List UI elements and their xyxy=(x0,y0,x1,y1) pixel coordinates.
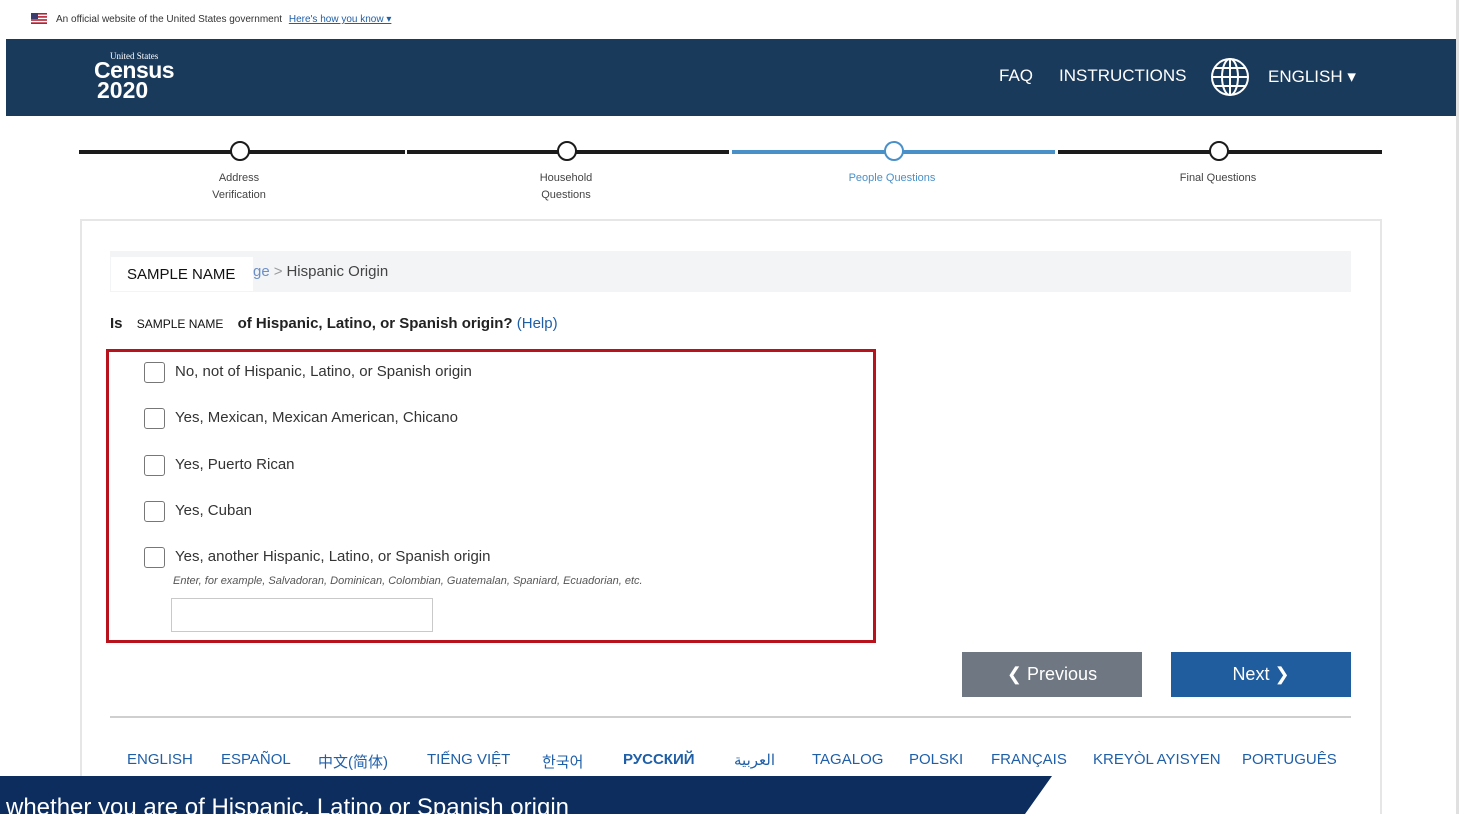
breadcrumb-separator: > xyxy=(273,263,283,280)
option-label: Yes, another Hispanic, Latino, or Spanis… xyxy=(175,548,491,565)
progress-label-final-line1: Final Questions xyxy=(1179,172,1257,184)
lang-espanol[interactable]: ESPAÑOL xyxy=(221,751,291,768)
progress-label-address-line2: Verification xyxy=(212,189,266,201)
progress-label-people-line1: People Questions xyxy=(848,172,936,184)
site-header: United States Census 2020 FAQ INSTRUCTIO… xyxy=(6,39,1457,116)
gov-banner-text: An official website of the United States… xyxy=(56,14,391,25)
progress-node-address xyxy=(230,141,250,161)
video-caption: whether you are of Hispanic, Latino or S… xyxy=(0,776,1052,814)
option-label: Yes, Cuban xyxy=(175,502,253,519)
language-dropdown[interactable]: ENGLISH ▾ xyxy=(1268,67,1356,87)
lang-kreyol[interactable]: KREYÒL AYISYEN xyxy=(1093,751,1221,768)
us-flag-icon xyxy=(31,13,47,24)
breadcrumb-trail: ge > Hispanic Origin xyxy=(253,263,388,280)
globe-icon[interactable] xyxy=(1209,56,1251,98)
progress-node-household xyxy=(557,141,577,161)
checkbox[interactable] xyxy=(144,408,165,429)
lang-korean[interactable]: 한국어 xyxy=(542,751,583,772)
next-button[interactable]: Next ❯ xyxy=(1171,652,1351,697)
progress-node-people xyxy=(884,141,904,161)
checkbox[interactable] xyxy=(144,362,165,383)
checkbox[interactable] xyxy=(144,501,165,522)
lang-polski[interactable]: POLSKI xyxy=(909,751,963,768)
census-logo[interactable]: United States Census 2020 xyxy=(94,51,184,103)
gov-banner-label: An official website of the United States… xyxy=(56,14,283,25)
progress-label-address-line1: Address xyxy=(218,172,260,184)
progress-label-people: People Questions xyxy=(812,170,972,187)
progress-label-final: Final Questions xyxy=(1138,170,1298,187)
previous-label: Previous xyxy=(1027,664,1098,684)
checkbox[interactable] xyxy=(144,547,165,568)
progress-label-household-line2: Questions xyxy=(541,189,591,201)
heres-how-you-know-link[interactable]: Here's how you know ▾ xyxy=(289,14,392,25)
instructions-link[interactable]: INSTRUCTIONS xyxy=(1059,66,1187,86)
lang-tagalog[interactable]: TAGALOG xyxy=(812,751,883,768)
lang-russian[interactable]: РУССКИЙ xyxy=(623,751,695,768)
chevron-left-icon: ❮ xyxy=(1006,664,1023,684)
progress-label-address: Address Verification xyxy=(159,170,319,204)
checkbox[interactable] xyxy=(144,455,165,476)
option-label: Yes, Puerto Rican xyxy=(175,456,295,473)
lang-chinese[interactable]: 中文(简体) xyxy=(318,751,388,772)
breadcrumb-current: Hispanic Origin xyxy=(286,263,389,280)
option-label: Yes, Mexican, Mexican American, Chicano xyxy=(175,409,458,426)
faq-link[interactable]: FAQ xyxy=(999,66,1033,86)
gov-banner: An official website of the United States… xyxy=(0,0,1459,39)
previous-button[interactable]: ❮ Previous xyxy=(962,652,1142,697)
question-body: of Hispanic, Latino, or Spanish origin? xyxy=(237,315,513,332)
breadcrumb-person-name[interactable]: SAMPLE NAME xyxy=(111,257,253,291)
next-label: Next xyxy=(1232,664,1270,684)
breadcrumb-partial-link[interactable]: ge xyxy=(253,263,270,280)
lang-arabic[interactable]: العربية xyxy=(734,751,775,769)
other-origin-input[interactable] xyxy=(171,598,433,632)
question-person-name: SAMPLE NAME xyxy=(126,317,234,331)
progress-label-household: Household Questions xyxy=(486,170,646,204)
lang-vietnamese[interactable]: TIẾNG VIỆT xyxy=(427,751,510,768)
logo-year: 2020 xyxy=(97,77,149,103)
lang-francais[interactable]: FRANÇAIS xyxy=(991,751,1067,768)
question-text: Is SAMPLE NAME of Hispanic, Latino, or S… xyxy=(110,315,558,332)
footer-divider xyxy=(110,716,1351,718)
chevron-right-icon: ❯ xyxy=(1274,664,1290,684)
progress-label-household-line1: Household xyxy=(539,172,593,184)
lang-portugues[interactable]: PORTUGUÊS xyxy=(1242,751,1337,768)
other-origin-hint: Enter, for example, Salvadoran, Dominica… xyxy=(173,575,643,587)
help-link[interactable]: (Help) xyxy=(517,315,558,332)
lang-english[interactable]: ENGLISH xyxy=(127,751,193,768)
progress-node-final xyxy=(1209,141,1229,161)
option-label: No, not of Hispanic, Latino, or Spanish … xyxy=(175,363,472,380)
question-prefix: Is xyxy=(110,315,123,332)
